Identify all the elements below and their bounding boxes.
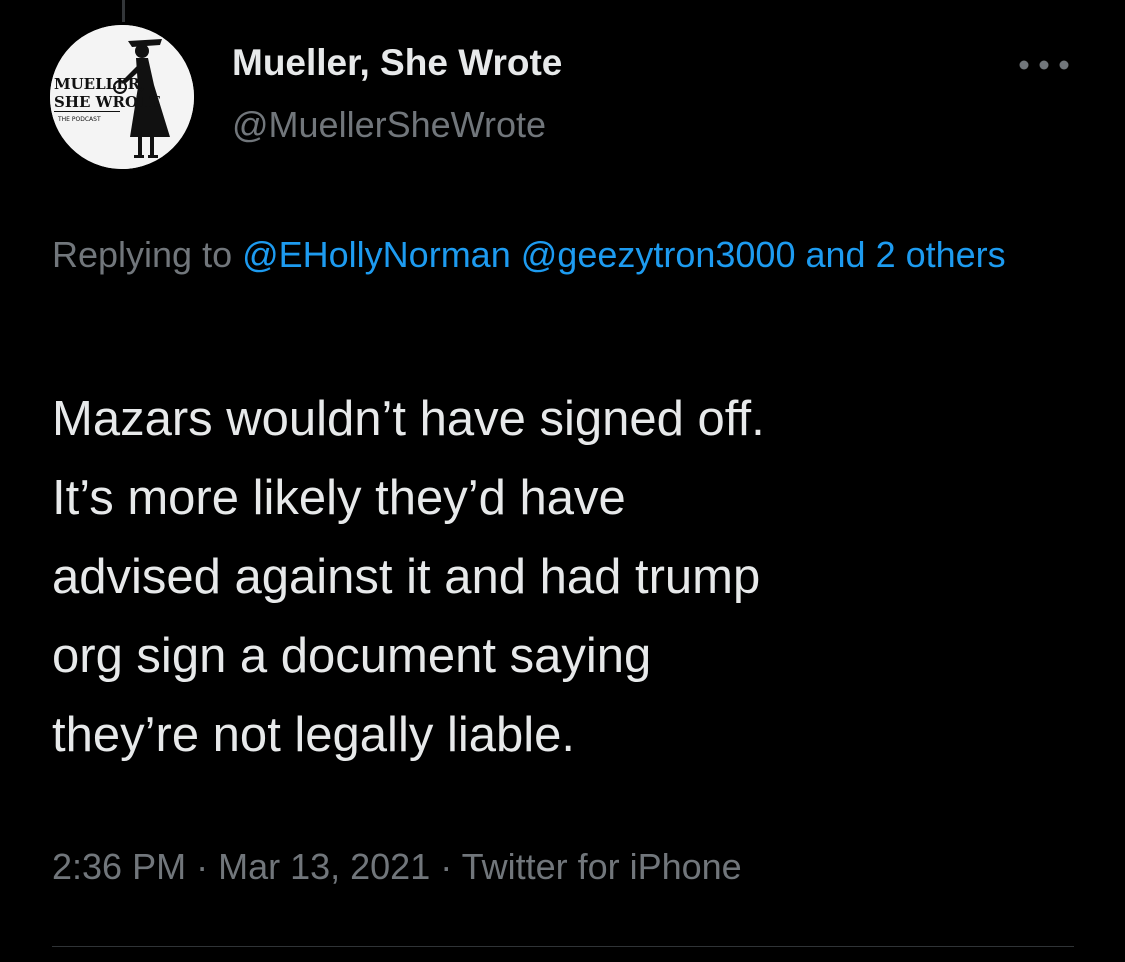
thread-connector-line — [122, 0, 125, 22]
tweet-source[interactable]: Twitter for iPhone — [462, 846, 742, 887]
avatar-logo-line-1: MUELLER, — [54, 75, 145, 93]
divider — [52, 946, 1074, 947]
avatar[interactable]: MUELLER, SHE WROTE THE PODCAST — [50, 25, 194, 169]
avatar-logo-line-2: SHE WROTE — [54, 93, 161, 111]
author-display-name[interactable]: Mueller, She Wrote — [232, 42, 562, 84]
podcast-logo-icon: MUELLER, SHE WROTE THE PODCAST — [50, 25, 194, 169]
tweet-text: Mazars wouldn’t have signed off. It’s mo… — [52, 392, 765, 762]
tweet-time[interactable]: 2:36 PM — [52, 846, 186, 887]
mention-link-ehollynorman[interactable]: @EHollyNorman — [242, 234, 511, 275]
reply-context: Replying to @EHollyNorman @geezytron3000… — [52, 226, 1082, 284]
mention-link-geezytron3000[interactable]: @geezytron3000 — [521, 234, 796, 275]
reply-context-prefix: Replying to — [52, 234, 243, 275]
more-options-button[interactable] — [1010, 48, 1078, 82]
author-handle[interactable]: @MuellerSheWrote — [232, 104, 546, 146]
more-horizontal-icon — [1019, 60, 1069, 70]
mention-link-others[interactable]: and 2 others — [806, 234, 1006, 275]
avatar-logo-line-3: THE PODCAST — [57, 116, 101, 123]
meta-separator: · — [430, 846, 462, 887]
tweet-date[interactable]: Mar 13, 2021 — [218, 846, 430, 887]
tweet-metadata: 2:36 PM · Mar 13, 2021 · Twitter for iPh… — [52, 846, 742, 888]
meta-separator: · — [186, 846, 219, 887]
